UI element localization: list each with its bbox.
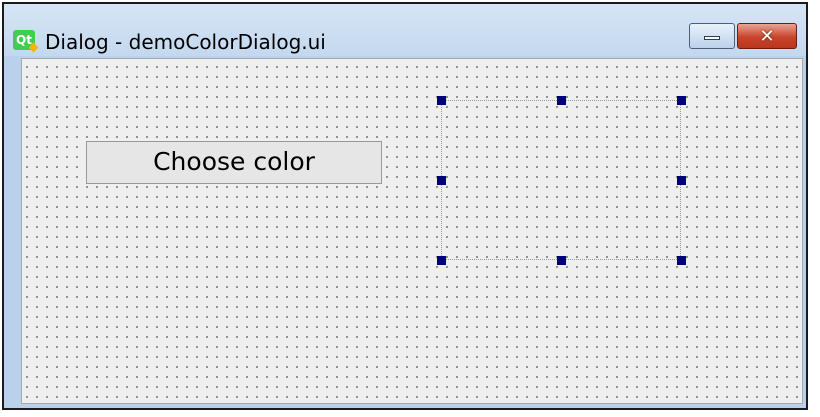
close-icon: ✕ [759, 25, 775, 47]
resize-handle-top-left[interactable] [437, 96, 446, 105]
resize-handle-bottom-left[interactable] [437, 256, 446, 265]
window-title: Dialog - demoColorDialog.ui [45, 30, 326, 54]
resize-handle-middle-left[interactable] [437, 176, 446, 185]
resize-handle-top-right[interactable] [677, 96, 686, 105]
selected-widget-frame[interactable] [437, 96, 686, 265]
designer-window: Qt Dialog - demoColorDialog.ui ✕ Choose … [2, 2, 808, 410]
resize-handle-middle-right[interactable] [677, 176, 686, 185]
minimize-button[interactable] [689, 23, 735, 49]
form-canvas[interactable]: Choose color [21, 58, 803, 404]
resize-handle-bottom-right[interactable] [677, 256, 686, 265]
resize-handle-top-center[interactable] [557, 96, 566, 105]
resize-handle-bottom-center[interactable] [557, 256, 566, 265]
qt-logo-icon: Qt [13, 30, 35, 50]
title-bar[interactable]: Qt Dialog - demoColorDialog.ui ✕ [4, 4, 806, 56]
choose-color-button[interactable]: Choose color [86, 141, 382, 184]
close-button[interactable]: ✕ [737, 23, 797, 49]
minimize-icon [704, 36, 720, 40]
